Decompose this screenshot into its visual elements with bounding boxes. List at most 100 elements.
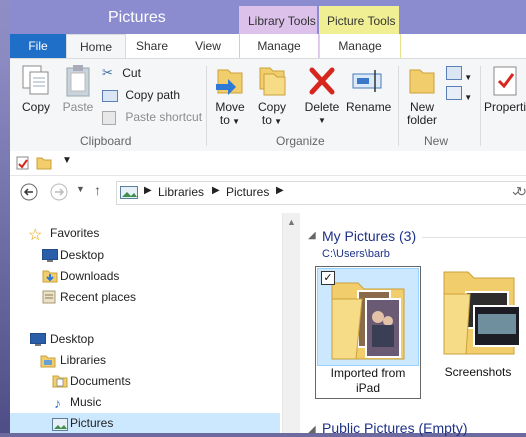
breadcrumb-pictures[interactable]: Pictures — [226, 185, 269, 199]
refresh-icon[interactable]: ↻ — [516, 184, 526, 200]
tab-view[interactable]: View — [180, 34, 236, 58]
tab-share[interactable]: Share — [126, 34, 178, 58]
breadcrumb-libraries[interactable]: Libraries — [158, 185, 204, 199]
properties-label: Properti — [484, 100, 526, 114]
tile-label-line-2: iPad — [355, 381, 381, 395]
properties-icon — [493, 66, 517, 96]
screenshots-folder-icon — [443, 271, 521, 355]
new-folder-icon — [409, 69, 435, 94]
paste-shortcut-button[interactable]: Paste shortcut — [102, 108, 202, 126]
tile-label: Imported from iPad — [316, 366, 420, 396]
delete-button[interactable]: Delete ▼ — [302, 64, 342, 127]
group-title-public-pictures[interactable]: Public Pictures (Empty) — [322, 420, 467, 436]
nav-pictures: Pictures — [70, 416, 114, 430]
breadcrumb-separator-icon[interactable]: ▶ — [212, 185, 220, 196]
paste-label: Paste — [62, 100, 94, 114]
properties-quick-icon[interactable] — [16, 156, 30, 173]
copy-to-icon — [259, 67, 286, 96]
properties-button[interactable]: Properti — [484, 64, 526, 114]
nav-music[interactable]: Music — [70, 392, 101, 412]
recent-locations-dropdown-icon[interactable]: ▼ — [76, 184, 85, 194]
desktop-icon — [30, 333, 46, 349]
rename-button[interactable]: Rename — [346, 64, 392, 114]
window-title: Pictures — [108, 9, 166, 26]
clipboard-group-label: Clipboard — [80, 134, 132, 148]
up-arrow-icon[interactable]: ↑ — [94, 182, 101, 198]
libraries-icon — [40, 354, 56, 371]
cut-label: Cut — [122, 66, 141, 80]
delete-icon — [309, 67, 335, 95]
library-tools-context-header: Library Tools — [239, 6, 317, 34]
new-folder-quick-icon[interactable] — [36, 156, 52, 173]
scroll-up-arrow-icon[interactable]: ▲ — [287, 217, 296, 227]
breadcrumb-separator-icon[interactable]: ▶ — [276, 185, 284, 196]
dropdown-arrow-icon: ▼ — [462, 73, 473, 82]
paste-icon — [66, 65, 90, 97]
easy-access-button[interactable]: ▼ — [446, 86, 472, 104]
folder-tile-screenshots[interactable]: Screenshots — [430, 266, 526, 397]
copy-path-button[interactable]: Copy path — [102, 86, 180, 104]
group-divider — [422, 237, 526, 238]
copy-label: Copy — [21, 100, 50, 114]
downloads-icon — [42, 269, 58, 286]
picture-tools-context-header: Picture Tools — [319, 6, 399, 34]
navigation-pane — [10, 213, 280, 433]
group-location-link[interactable]: C:\Users\barb — [322, 248, 390, 260]
copy-to-button[interactable]: Copy to ▼ — [254, 64, 290, 128]
selection-checkbox[interactable]: ✓ — [321, 271, 335, 285]
copy-label-2: Copy — [257, 100, 286, 114]
easy-access-icon — [446, 86, 462, 100]
pictures-icon — [52, 417, 68, 437]
customize-toolbar-dropdown-icon[interactable]: ▼ — [62, 155, 72, 166]
recent-places-icon — [42, 290, 58, 307]
tab-manage-picture[interactable]: Manage — [319, 34, 401, 58]
paste-shortcut-icon — [102, 110, 116, 125]
copy-to-label: to — [261, 113, 272, 127]
nav-desktop[interactable]: Desktop — [50, 329, 94, 349]
breadcrumb-separator-icon[interactable]: ▶ — [144, 185, 152, 196]
nav-libraries[interactable]: Libraries — [60, 350, 106, 370]
nav-recent-places[interactable]: Recent places — [60, 287, 136, 307]
copy-path-label: Copy path — [125, 88, 181, 102]
tab-file[interactable]: File — [10, 34, 66, 58]
paste-shortcut-label: Paste shortcut — [125, 110, 203, 124]
move-label: Move — [215, 100, 245, 114]
nav-downloads[interactable]: Downloads — [60, 266, 119, 286]
tile-label-line-1: Imported from — [330, 366, 406, 380]
explorer-window: Pictures Library Tools Picture Tools Fil… — [10, 0, 526, 436]
tab-manage-library[interactable]: Manage — [239, 34, 319, 58]
new-group-label: New — [424, 134, 449, 148]
group-title-my-pictures[interactable]: My Pictures (3) — [322, 228, 416, 244]
move-to-button[interactable]: Move to ▼ — [212, 64, 248, 128]
picture-tools-label: Picture Tools — [327, 14, 396, 28]
forward-arrow-icon[interactable] — [50, 183, 68, 204]
tile-label: Screenshots — [444, 365, 512, 379]
collapse-group-chevron-icon[interactable]: ◢ — [308, 230, 316, 241]
new-folder-button[interactable]: New folder — [404, 64, 440, 127]
tab-home[interactable]: Home — [66, 34, 126, 59]
dropdown-arrow-icon: ▼ — [318, 116, 326, 125]
new-item-button[interactable]: ▼ — [446, 66, 472, 84]
scissors-icon: ✂ — [102, 65, 113, 80]
nav-pictures-row[interactable]: Pictures — [10, 413, 280, 433]
folder-tile-imported-from-ipad[interactable]: ✓ Imported from iPad — [315, 266, 421, 399]
quick-access-toolbar — [10, 151, 526, 176]
nav-documents[interactable]: Documents — [70, 371, 131, 391]
move-to-icon — [216, 69, 243, 95]
rename-label: Rename — [346, 100, 392, 114]
back-arrow-icon[interactable] — [20, 183, 38, 204]
star-icon: ☆ — [28, 227, 43, 244]
rename-icon — [352, 70, 382, 92]
cut-button[interactable]: ✂ Cut — [102, 64, 141, 82]
nav-favorites-desktop[interactable]: Desktop — [60, 245, 104, 265]
organize-group-label: Organize — [276, 134, 325, 148]
copy-button[interactable]: Copy — [18, 64, 54, 114]
nav-favorites[interactable]: Favorites — [50, 223, 99, 243]
dropdown-arrow-icon: ▼ — [271, 117, 283, 126]
nav-pane-scrollbar[interactable]: ▲ — [282, 213, 300, 433]
music-icon: ♪ — [54, 395, 61, 411]
paste-button[interactable]: Paste — [60, 64, 96, 114]
collapse-group-chevron-icon[interactable]: ◢ — [308, 424, 316, 435]
pictures-library-icon — [120, 186, 138, 202]
move-to-label: to — [219, 113, 230, 127]
